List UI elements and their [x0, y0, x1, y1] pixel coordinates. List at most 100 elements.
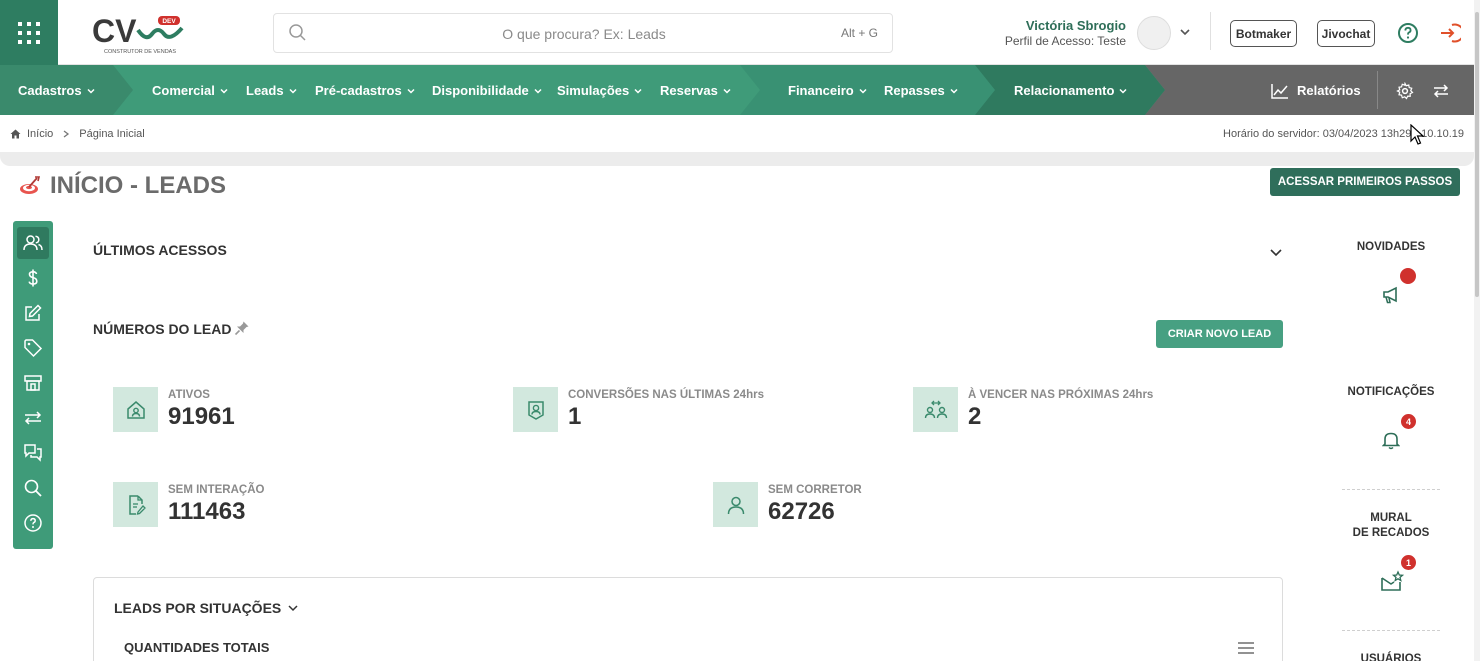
mouse-cursor-icon: [1410, 124, 1424, 145]
nav-label: Pré-cadastros: [315, 82, 402, 98]
chevron-down-icon: [723, 88, 731, 94]
stat-ativos[interactable]: ATIVOS 91961: [113, 387, 473, 433]
side-tool-tags[interactable]: [17, 332, 49, 364]
chevron-down-icon: [1119, 88, 1127, 94]
ultimos-acessos-title[interactable]: ÚLTIMOS ACESSOS: [93, 242, 227, 258]
stat-value: 1: [568, 403, 582, 430]
panel-title[interactable]: LEADS POR SITUAÇÕES: [114, 600, 299, 616]
stat-conversoes[interactable]: CONVERSÕES NAS ÚLTIMAS 24hrs 1: [513, 387, 873, 433]
users-transfer-icon: [924, 400, 947, 418]
chevron-down-icon[interactable]: [1268, 244, 1284, 260]
header-shadow: [0, 152, 1474, 166]
bell-icon[interactable]: [1382, 430, 1400, 450]
side-toolbar: [13, 221, 53, 549]
mural-title-line1: MURAL: [1370, 512, 1412, 524]
side-tool-finance[interactable]: [17, 262, 49, 294]
side-tool-edit[interactable]: [17, 297, 49, 329]
leads-situacoes-panel: LEADS POR SITUAÇÕES QUANTIDADES TOTAIS: [93, 577, 1283, 661]
chevron-down-icon: [950, 88, 958, 94]
line-chart-icon: [1271, 83, 1288, 99]
avatar[interactable]: [1137, 16, 1171, 50]
logo-dev-tag: DEV: [162, 18, 176, 25]
pin-icon[interactable]: [234, 320, 250, 336]
user-profile: Perfil de Acesso: Teste: [1004, 34, 1126, 48]
help-icon[interactable]: [1397, 22, 1419, 44]
nav-comercial[interactable]: Comercial: [152, 65, 229, 115]
chevron-down-icon: [534, 88, 542, 94]
nav-repasses[interactable]: Repasses: [884, 65, 959, 115]
search-icon: [24, 479, 42, 497]
users-icon: [23, 235, 43, 251]
nav-financeiro[interactable]: Financeiro: [788, 65, 868, 115]
nav-label: Relatórios: [1297, 82, 1361, 98]
nav-leads[interactable]: Leads: [246, 65, 298, 115]
nav-settings[interactable]: [1396, 65, 1414, 115]
nav-relatorios[interactable]: Relatórios: [1271, 65, 1361, 115]
panel-title-text: LEADS POR SITUAÇÕES: [114, 600, 282, 616]
chevron-down-icon[interactable]: [1178, 25, 1192, 39]
hamburger-menu-icon[interactable]: [1238, 641, 1254, 655]
breadcrumb-current: Página Inicial: [79, 128, 145, 140]
jivochat-button[interactable]: Jivochat: [1317, 20, 1375, 47]
app-root: CV DEV CONSTRUTOR DE VENDAS Alt + G Vict…: [0, 0, 1480, 661]
divider: [1342, 489, 1440, 490]
tag-icon: [24, 339, 43, 358]
nav-cadastros[interactable]: Cadastros: [18, 65, 96, 115]
side-tool-users[interactable]: [17, 227, 49, 259]
notificacoes-title: NOTIFICAÇÕES: [1347, 386, 1435, 398]
stat-sem-interacao[interactable]: SEM INTERAÇÃO 111463: [113, 482, 473, 528]
nav-simulacoes[interactable]: Simulações: [557, 65, 643, 115]
logout-icon[interactable]: [1439, 22, 1461, 44]
brand-logo[interactable]: CV DEV CONSTRUTOR DE VENDAS: [90, 12, 190, 56]
chevron-down-icon: [220, 88, 228, 94]
mural-badge: 1: [1400, 554, 1417, 571]
nav-reservas[interactable]: Reservas: [660, 65, 732, 115]
nav-label: Simulações: [557, 82, 630, 98]
scrollbar-thumb[interactable]: [1475, 12, 1479, 297]
top-bar: CV DEV CONSTRUTOR DE VENDAS Alt + G Vict…: [0, 0, 1474, 65]
page-title-text: INÍCIO - LEADS: [50, 172, 227, 199]
nav-disponibilidade[interactable]: Disponibilidade: [432, 65, 543, 115]
stat-value: 2: [968, 403, 982, 430]
stat-icon-box: [713, 482, 758, 527]
criar-novo-lead-button[interactable]: CRIAR NOVO LEAD: [1156, 320, 1283, 348]
search-input[interactable]: [394, 22, 774, 46]
user-name[interactable]: Victória Sbrogio: [990, 18, 1126, 33]
breadcrumb-home[interactable]: Início: [27, 128, 53, 140]
envelope-star-icon[interactable]: [1380, 570, 1404, 592]
chevron-down-icon: [634, 88, 642, 94]
stat-label: ATIVOS: [168, 389, 210, 401]
side-tool-search[interactable]: [17, 472, 49, 504]
stat-value: 91961: [168, 403, 235, 430]
nav-pre-cadastros[interactable]: Pré-cadastros: [315, 65, 416, 115]
stat-value: 111463: [168, 498, 246, 525]
document-edit-icon: [128, 494, 146, 515]
grid-icon: [18, 21, 40, 44]
panel-subtitle: QUANTIDADES TOTAIS: [124, 640, 270, 655]
side-tool-transfer[interactable]: [17, 402, 49, 434]
side-tool-chat[interactable]: [17, 437, 49, 469]
stat-value: 62726: [768, 498, 835, 525]
chevron-down-icon: [289, 88, 297, 94]
botmaker-button[interactable]: Botmaker: [1230, 20, 1297, 47]
stat-icon-box: [513, 387, 558, 432]
global-search: Alt + G: [273, 13, 893, 53]
megaphone-icon[interactable]: [1381, 284, 1403, 304]
nav-label: Repasses: [884, 82, 945, 98]
house-icon: [126, 400, 145, 419]
stat-a-vencer[interactable]: À VENCER NAS PRÓXIMAS 24hrs 2: [913, 387, 1273, 433]
side-tool-store[interactable]: [17, 367, 49, 399]
nav-switch[interactable]: [1433, 65, 1449, 115]
swap-arrows-icon: [24, 411, 42, 425]
stat-label: À VENCER NAS PRÓXIMAS 24hrs: [968, 389, 1154, 401]
search-shortcut: Alt + G: [840, 26, 878, 40]
stat-label: SEM INTERAÇÃO: [168, 484, 265, 496]
apps-grid-button[interactable]: [0, 0, 58, 65]
divider: [1342, 630, 1440, 631]
stat-sem-corretor[interactable]: SEM CORRETOR 62726: [713, 482, 1073, 528]
chevron-down-icon: [859, 88, 867, 94]
primeiros-passos-button[interactable]: ACESSAR PRIMEIROS PASSOS: [1270, 168, 1460, 196]
nav-relacionamento[interactable]: Relacionamento: [1014, 65, 1128, 115]
side-tool-help[interactable]: [17, 507, 49, 539]
user-badge-icon: [527, 400, 544, 420]
